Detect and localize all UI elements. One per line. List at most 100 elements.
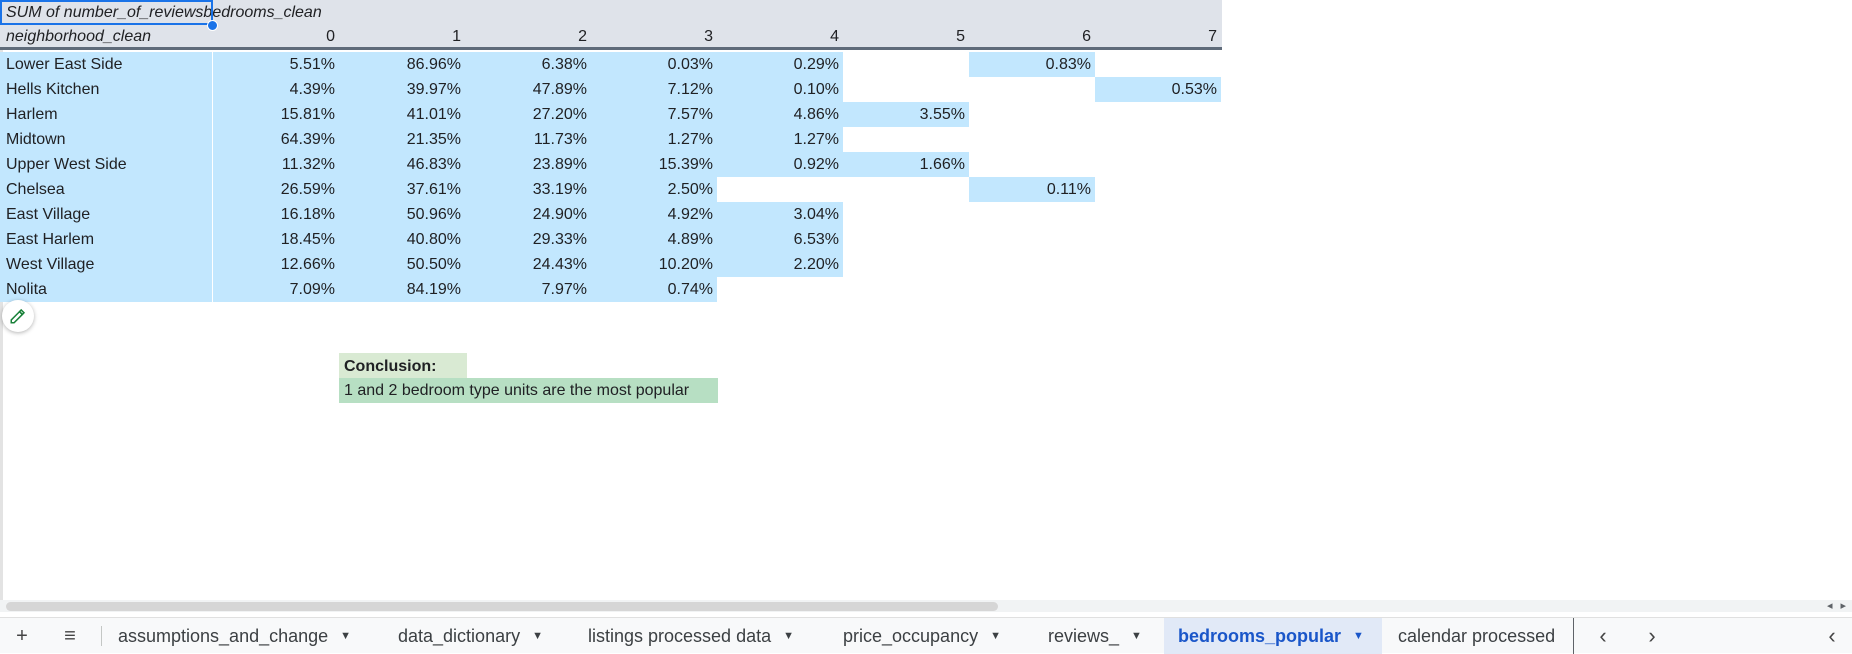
pivot-value-cell[interactable]: 0.53% (1095, 77, 1221, 102)
pivot-value-cell[interactable]: 7.12% (591, 77, 717, 102)
pivot-value-cell[interactable]: 4.86% (717, 102, 843, 127)
pivot-row-label[interactable]: Chelsea (0, 177, 213, 202)
tab-menu-caret-icon[interactable]: ▼ (340, 630, 351, 642)
pivot-column-header[interactable]: 5 (843, 24, 969, 49)
pivot-row-label[interactable]: Harlem (0, 102, 213, 127)
pivot-value-cell[interactable]: 2.50% (591, 177, 717, 202)
sheet-tab[interactable]: data_dictionary ▼ (384, 618, 572, 654)
pivot-value-cell[interactable]: 21.35% (339, 127, 465, 152)
tab-menu-caret-icon[interactable]: ▼ (532, 630, 543, 642)
pivot-value-cell[interactable]: 1.27% (717, 127, 843, 152)
tab-menu-caret-icon[interactable]: ▼ (1131, 630, 1142, 642)
pivot-value-cell[interactable]: 27.20% (465, 102, 591, 127)
sheet-tab[interactable]: calendar processed (1384, 618, 1574, 654)
pivot-value-cell[interactable]: 0.83% (969, 52, 1095, 77)
tab-menu-caret-icon[interactable]: ▼ (990, 630, 1001, 642)
pivot-value-cell[interactable]: 12.66% (213, 252, 339, 277)
pivot-value-cell[interactable]: 86.96% (339, 52, 465, 77)
pivot-value-cell[interactable]: 15.39% (591, 152, 717, 177)
horizontal-scrollbar-thumb[interactable] (6, 602, 998, 611)
pivot-value-cell[interactable]: 29.33% (465, 227, 591, 252)
pivot-value-cell[interactable]: 7.09% (213, 277, 339, 302)
sheet-tab-label: listings processed data (588, 625, 772, 646)
pivot-row-field[interactable]: neighborhood_clean (0, 24, 213, 49)
pivot-value-cell[interactable]: 4.92% (591, 202, 717, 227)
pivot-value-cell[interactable]: 6.38% (465, 52, 591, 77)
pivot-value-cell[interactable]: 11.32% (213, 152, 339, 177)
pivot-value-cell[interactable]: 39.97% (339, 77, 465, 102)
pivot-value-cell[interactable]: 41.01% (339, 102, 465, 127)
pivot-row-label[interactable]: Hells Kitchen (0, 77, 213, 102)
pivot-value-cell[interactable]: 0.03% (591, 52, 717, 77)
scroll-left-icon[interactable]: ◂ (1827, 600, 1833, 612)
pivot-value-cell[interactable]: 0.10% (717, 77, 843, 102)
pivot-column-header[interactable]: 4 (717, 24, 843, 49)
pivot-row-label[interactable]: West Village (0, 252, 213, 277)
pivot-value-cell[interactable]: 37.61% (339, 177, 465, 202)
pivot-row-label[interactable]: East Village (0, 202, 213, 227)
pivot-column-header[interactable]: 2 (465, 24, 591, 49)
spreadsheet-grid[interactable]: SUM of number_of_reviewsbedrooms_clean n… (0, 0, 1852, 600)
pivot-value-cell[interactable]: 15.81% (213, 102, 339, 127)
pivot-value-cell[interactable]: 0.74% (591, 277, 717, 302)
scroll-right-icon[interactable]: ▸ (1840, 600, 1846, 612)
pivot-row-label[interactable]: Nolita (0, 277, 213, 302)
pivot-value-cell[interactable]: 26.59% (213, 177, 339, 202)
tab-menu-caret-icon[interactable]: ▼ (1353, 630, 1364, 642)
selected-cell[interactable] (0, 0, 213, 25)
pivot-value-cell[interactable]: 0.92% (717, 152, 843, 177)
pivot-value-cell[interactable]: 1.66% (843, 152, 969, 177)
pivot-column-header[interactable]: 0 (213, 24, 339, 49)
pivot-column-header[interactable]: 6 (969, 24, 1095, 49)
scroll-tabs-left-button[interactable]: ‹ (1591, 618, 1615, 654)
pivot-column-header[interactable]: 1 (339, 24, 465, 49)
pivot-row-label[interactable]: Midtown (0, 127, 213, 152)
pivot-value-cell[interactable]: 1.27% (591, 127, 717, 152)
pivot-value-cell[interactable]: 4.39% (213, 77, 339, 102)
pivot-value-cell[interactable]: 7.97% (465, 277, 591, 302)
pivot-value-cell[interactable]: 16.18% (213, 202, 339, 227)
pivot-value-cell[interactable]: 0.29% (717, 52, 843, 77)
conclusion-text[interactable]: 1 and 2 bedroom type units are the most … (339, 378, 718, 403)
pivot-value-cell[interactable]: 23.89% (465, 152, 591, 177)
pivot-value-cell[interactable]: 6.53% (717, 227, 843, 252)
conclusion-title[interactable]: Conclusion: (339, 353, 467, 378)
add-sheet-button[interactable]: + (8, 618, 36, 654)
pivot-value-cell[interactable]: 50.96% (339, 202, 465, 227)
pivot-value-cell[interactable]: 46.83% (339, 152, 465, 177)
pivot-column-header[interactable]: 7 (1095, 24, 1221, 49)
pivot-value-cell[interactable]: 10.20% (591, 252, 717, 277)
pivot-value-cell[interactable]: 64.39% (213, 127, 339, 152)
pivot-value-cell[interactable]: 3.04% (717, 202, 843, 227)
pivot-value-cell[interactable]: 33.19% (465, 177, 591, 202)
pivot-value-cell[interactable]: 47.89% (465, 77, 591, 102)
pivot-row-label[interactable]: East Harlem (0, 227, 213, 252)
sheet-tab[interactable]: price_occupancy ▼ (829, 618, 1032, 654)
scroll-tabs-right-button[interactable]: › (1640, 618, 1664, 654)
pivot-value-cell[interactable]: 5.51% (213, 52, 339, 77)
pivot-value-cell[interactable]: 2.20% (717, 252, 843, 277)
pivot-value-cell[interactable]: 84.19% (339, 277, 465, 302)
pivot-value-cell[interactable]: 3.55% (843, 102, 969, 127)
pivot-value-cell[interactable]: 18.45% (213, 227, 339, 252)
sheet-tab[interactable]: reviews_ ▼ (1034, 618, 1162, 654)
pivot-value-cell[interactable]: 0.11% (969, 177, 1095, 202)
edit-pivot-button[interactable] (2, 300, 34, 332)
pivot-value-cell[interactable]: 7.57% (591, 102, 717, 127)
pivot-value-cell[interactable]: 4.89% (591, 227, 717, 252)
tab-menu-caret-icon[interactable]: ▼ (783, 630, 794, 642)
sheet-tab[interactable]: assumptions_and_change ▼ (104, 618, 382, 654)
pivot-value-cell[interactable]: 24.43% (465, 252, 591, 277)
all-sheets-button[interactable]: ≡ (56, 618, 84, 654)
collapse-panel-button[interactable]: ‹ (1820, 618, 1844, 654)
pivot-value-cell[interactable]: 11.73% (465, 127, 591, 152)
pivot-value-cell[interactable]: 40.80% (339, 227, 465, 252)
sheet-tab[interactable]: bedrooms_popular ▼ (1164, 618, 1382, 654)
sheet-tab-label: bedrooms_popular (1178, 625, 1342, 646)
pivot-value-cell[interactable]: 24.90% (465, 202, 591, 227)
sheet-tab[interactable]: listings processed data ▼ (574, 618, 827, 654)
pivot-value-cell[interactable]: 50.50% (339, 252, 465, 277)
pivot-row-label[interactable]: Upper West Side (0, 152, 213, 177)
pivot-row-label[interactable]: Lower East Side (0, 52, 213, 77)
pivot-column-header[interactable]: 3 (591, 24, 717, 49)
